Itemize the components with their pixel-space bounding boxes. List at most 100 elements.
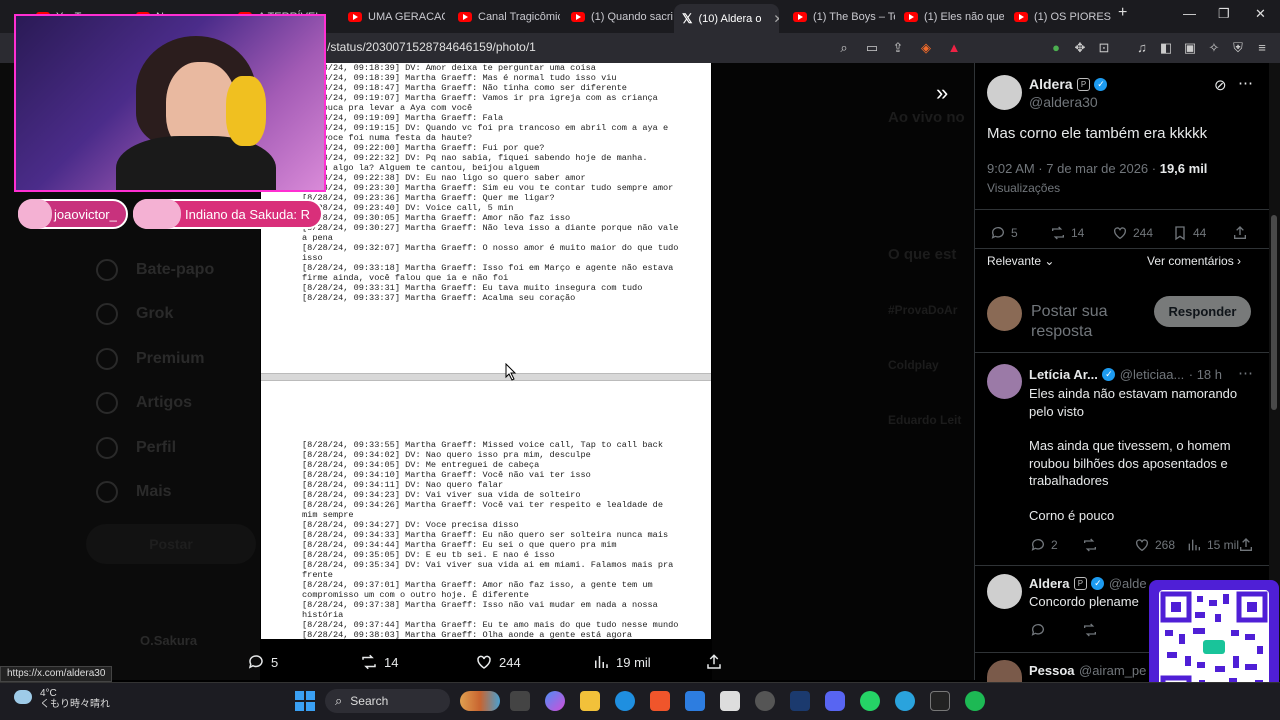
tweet-handle[interactable]: @aldera30 bbox=[1029, 94, 1098, 110]
spotify-icon[interactable] bbox=[965, 691, 985, 711]
steam-icon[interactable] bbox=[790, 691, 810, 711]
sort-dropdown[interactable]: Relevante ⌄ bbox=[987, 254, 1054, 268]
file-explorer-icon[interactable] bbox=[580, 691, 600, 711]
nav-premium[interactable]: Premium bbox=[136, 350, 204, 368]
tweet-bookmark-button[interactable]: 44 bbox=[1172, 225, 1206, 241]
scrollbar-thumb[interactable] bbox=[1271, 215, 1277, 410]
capcut-icon[interactable] bbox=[720, 691, 740, 711]
new-tab-button[interactable]: + bbox=[1118, 4, 1127, 22]
nav-profile[interactable]: Perfil bbox=[136, 439, 176, 457]
reply-3-author[interactable]: Pessoa bbox=[1029, 663, 1075, 678]
widgets-icon[interactable] bbox=[460, 691, 500, 711]
tweet-time[interactable]: 9:02 AM · 7 de mar de 2026 · bbox=[987, 161, 1160, 176]
wallet-icon[interactable]: ▣ bbox=[1182, 40, 1198, 56]
url-text[interactable]: /status/2030071528784646159/photo/1 bbox=[327, 40, 536, 54]
nav-user-name[interactable]: O.Sakura bbox=[140, 633, 197, 648]
photo-views-button[interactable]: 19 mil bbox=[592, 653, 651, 671]
reply-2-handle[interactable]: @alde bbox=[1109, 576, 1147, 591]
tweet-repost-button[interactable]: 14 bbox=[1050, 225, 1084, 241]
epic-games-icon[interactable] bbox=[930, 691, 950, 711]
avatar[interactable] bbox=[987, 574, 1022, 609]
copilot-icon[interactable] bbox=[545, 691, 565, 711]
cast-icon[interactable]: ▭ bbox=[864, 40, 880, 56]
minimize-button[interactable]: — bbox=[1183, 6, 1196, 21]
tweet-share-button[interactable] bbox=[1232, 225, 1248, 241]
reply-1-like-button[interactable]: 268 bbox=[1134, 537, 1175, 553]
reply-1-views-button[interactable]: 15 mil bbox=[1186, 537, 1239, 553]
tab-x-active[interactable]: 𝕏 (10) Aldera o ✕ bbox=[674, 4, 779, 33]
windows-start-icon[interactable] bbox=[295, 691, 315, 711]
brave-rewards-icon[interactable]: ▲ bbox=[946, 40, 962, 56]
more-options-icon[interactable]: ⋯ bbox=[1238, 364, 1253, 382]
reply-2-reply-button[interactable] bbox=[1030, 622, 1046, 638]
post-button-dimmed[interactable]: Postar bbox=[86, 524, 256, 564]
avatar[interactable] bbox=[987, 364, 1022, 399]
tweet-like-button[interactable]: 244 bbox=[1112, 225, 1153, 241]
document-line: teceu algo la? Alguem te cantou, beijou … bbox=[302, 163, 540, 173]
collapse-panel-icon[interactable]: » bbox=[936, 80, 948, 106]
maximize-button[interactable]: ❐ bbox=[1218, 6, 1230, 22]
edge-icon[interactable] bbox=[615, 691, 635, 711]
page-separator bbox=[261, 373, 711, 381]
reply-1-share-button[interactable] bbox=[1238, 537, 1254, 553]
reply-icon bbox=[991, 227, 1004, 239]
nav-more[interactable]: Mais bbox=[136, 483, 172, 501]
tab-youtube-8[interactable]: (1) Eles não que bbox=[896, 4, 1004, 30]
trend-1[interactable]: #ProvaDoAr bbox=[888, 303, 957, 317]
reply-1-time[interactable]: · 18 h bbox=[1189, 367, 1222, 382]
reply-2-repost-button[interactable] bbox=[1082, 622, 1098, 638]
tweet-author[interactable]: Aldera bbox=[1029, 76, 1073, 92]
tweet-reply-button[interactable]: 5 bbox=[990, 225, 1018, 241]
leo-icon[interactable]: ✧ bbox=[1206, 40, 1222, 56]
brave-icon[interactable] bbox=[650, 691, 670, 711]
tab-youtube-6[interactable]: (1) Quando sacri bbox=[563, 4, 673, 30]
tab-youtube-7[interactable]: (1) The Boys – Te bbox=[785, 4, 895, 30]
tab-close-icon[interactable]: ✕ bbox=[773, 12, 779, 26]
tab-youtube-9[interactable]: (1) OS PIORES D bbox=[1006, 4, 1111, 30]
sidebar-icon[interactable]: ◧ bbox=[1158, 40, 1174, 56]
photo-like-button[interactable]: 244 bbox=[475, 653, 521, 671]
store-icon[interactable] bbox=[685, 691, 705, 711]
telegram-icon[interactable] bbox=[895, 691, 915, 711]
reply-1-repost-button[interactable] bbox=[1082, 537, 1098, 553]
nav-grok[interactable]: Grok bbox=[136, 305, 173, 323]
photo-share-button[interactable] bbox=[705, 653, 723, 671]
trend-2[interactable]: Coldplay bbox=[888, 358, 939, 372]
more-options-icon[interactable]: ⋯ bbox=[1238, 74, 1253, 92]
reply-1-author[interactable]: Letícia Ar... bbox=[1029, 367, 1098, 382]
task-view-icon[interactable] bbox=[510, 691, 530, 711]
avatar[interactable] bbox=[987, 75, 1022, 110]
tab-youtube-4[interactable]: UMA GERACAO bbox=[340, 4, 445, 30]
weather-widget[interactable]: 4°C くもり時々晴れ bbox=[40, 688, 110, 710]
reply-3-handle[interactable]: @airam_pe bbox=[1079, 663, 1146, 678]
extensions-icon[interactable]: ✥ bbox=[1072, 40, 1088, 56]
menu-icon[interactable]: ≡ bbox=[1254, 40, 1270, 56]
photo-reply-button[interactable]: 5 bbox=[247, 653, 278, 671]
brave-shield-icon[interactable]: ◈ bbox=[918, 40, 934, 56]
photo-repost-button[interactable]: 14 bbox=[360, 653, 398, 671]
vpn-icon[interactable]: ⛨ bbox=[1230, 40, 1246, 56]
reply-input[interactable]: Postar sua resposta bbox=[1031, 302, 1151, 342]
whatsapp-icon[interactable] bbox=[860, 691, 880, 711]
share-icon[interactable]: ⇪ bbox=[890, 40, 906, 56]
reply-1-reply-button[interactable]: 2 bbox=[1030, 537, 1058, 553]
discord-icon[interactable] bbox=[825, 691, 845, 711]
see-comments-link[interactable]: Ver comentários › bbox=[1147, 254, 1241, 268]
tab-youtube-5[interactable]: Canal Tragicômic bbox=[450, 4, 560, 30]
media-icon[interactable]: ♫ bbox=[1134, 40, 1150, 56]
nav-articles[interactable]: Artigos bbox=[136, 394, 192, 412]
reply-button[interactable]: Responder bbox=[1154, 296, 1251, 327]
reply-1-handle[interactable]: @leticiaa... bbox=[1120, 367, 1185, 382]
taskbar-search[interactable]: ⌕ Search bbox=[325, 689, 450, 713]
zoom-icon[interactable]: ⌕ bbox=[836, 40, 852, 56]
weather-icon[interactable] bbox=[14, 690, 32, 704]
grok-icon[interactable]: ⊘ bbox=[1214, 76, 1227, 94]
window-close-button[interactable]: ✕ bbox=[1255, 6, 1266, 22]
trend-3[interactable]: Eduardo Leit bbox=[888, 413, 961, 427]
bookmark-icon bbox=[1175, 226, 1185, 241]
screenshot-icon[interactable]: ⊡ bbox=[1096, 40, 1112, 56]
nav-chat[interactable]: Bate-papo bbox=[136, 261, 214, 279]
obs-icon[interactable] bbox=[755, 691, 775, 711]
reply-2-author[interactable]: Aldera bbox=[1029, 576, 1069, 591]
extension-green-icon[interactable]: ● bbox=[1048, 40, 1064, 56]
